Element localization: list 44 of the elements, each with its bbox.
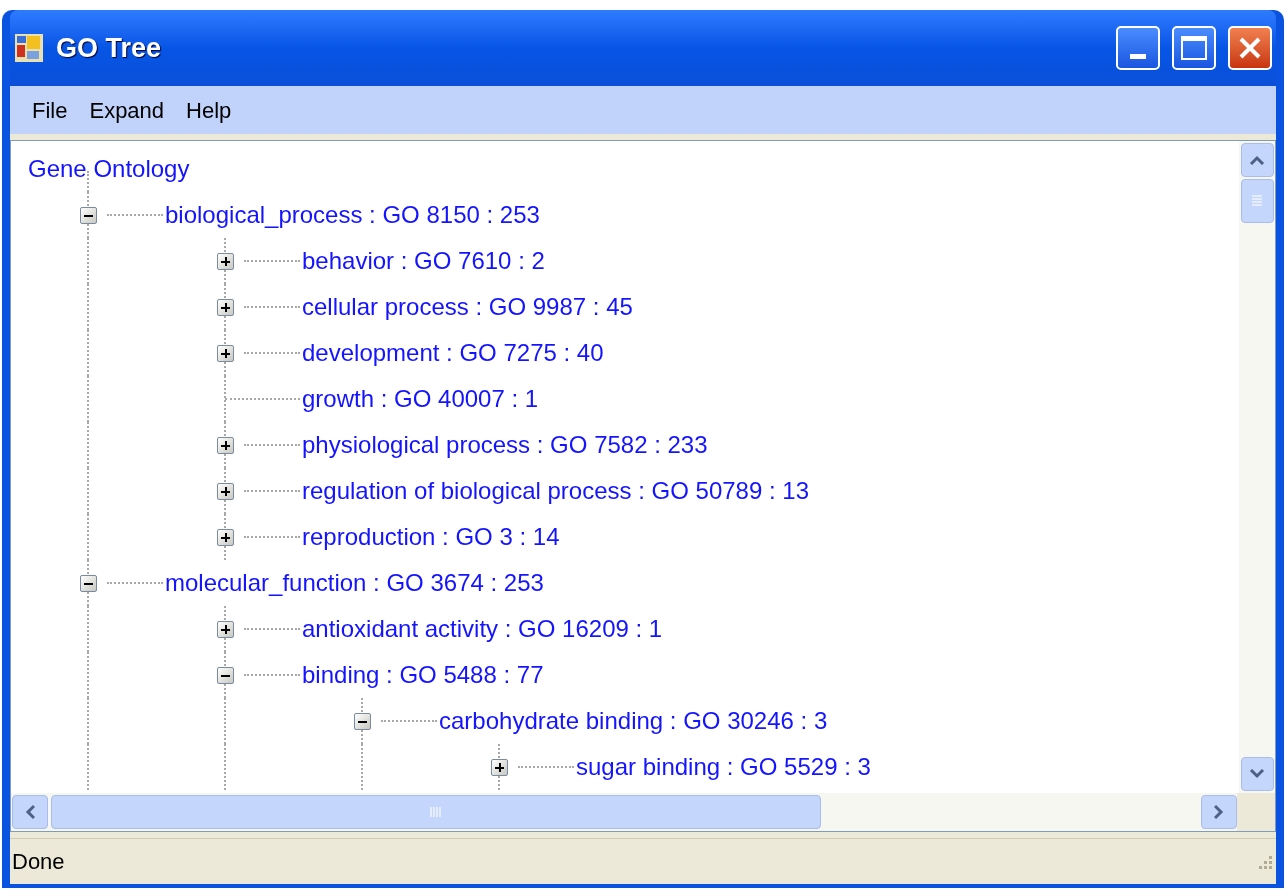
tree-node[interactable]: reproduction : GO 3 : 14 — [300, 519, 560, 555]
expand-toggle[interactable] — [491, 759, 508, 776]
tree-node[interactable]: development : GO 7275 : 40 — [300, 335, 604, 371]
expand-toggle[interactable] — [217, 483, 234, 500]
scroll-up-button[interactable] — [1240, 143, 1274, 177]
tree-node[interactable]: regulation of biological process : GO 50789 : 13 — [300, 473, 809, 509]
close-icon — [1238, 36, 1262, 60]
expand-toggle[interactable] — [217, 621, 234, 638]
collapse-toggle[interactable] — [217, 667, 234, 684]
tree-node[interactable]: carbohydrate binding : GO 30246 : 3 — [437, 703, 828, 739]
menu-item[interactable]: Help — [180, 93, 238, 127]
scroll-thumb[interactable] — [51, 795, 821, 829]
tree-node[interactable]: Gene Ontology — [26, 151, 190, 187]
collapse-toggle[interactable] — [80, 207, 97, 224]
scroll-down-button[interactable] — [1240, 757, 1274, 791]
menu-item[interactable]: Expand — [83, 93, 171, 127]
tree-node[interactable]: growth : GO 40007 : 1 — [300, 381, 539, 417]
close-button[interactable] — [1228, 26, 1272, 70]
scroll-right-button[interactable] — [1201, 795, 1237, 829]
collapse-toggle[interactable] — [80, 575, 97, 592]
tree-node[interactable]: sugar binding : GO 5529 : 3 — [574, 749, 871, 785]
minimize-button[interactable] — [1116, 26, 1160, 70]
expand-toggle[interactable] — [217, 437, 234, 454]
scroll-left-button[interactable] — [12, 795, 48, 829]
window-title: GO Tree — [56, 31, 163, 65]
expand-toggle[interactable] — [217, 253, 234, 270]
tree-node[interactable]: binding : GO 5488 : 77 — [300, 657, 544, 693]
tree-node[interactable]: behavior : GO 7610 : 2 — [300, 243, 545, 279]
status-text: Done — [12, 848, 65, 876]
expand-toggle[interactable] — [217, 529, 234, 546]
tree-node[interactable]: antioxidant activity : GO 16209 : 1 — [300, 611, 663, 647]
grip-icon — [1251, 194, 1263, 208]
tree-node[interactable]: physiological process : GO 7582 : 233 — [300, 427, 708, 463]
app-icon — [14, 33, 44, 63]
collapse-toggle[interactable] — [354, 713, 371, 730]
tree-node[interactable]: biological_process : GO 8150 : 253 — [163, 197, 540, 233]
maximize-button[interactable] — [1172, 26, 1216, 70]
tree-node[interactable]: molecular_function : GO 3674 : 253 — [163, 565, 544, 601]
tree-node[interactable]: cellular process : GO 9987 : 45 — [300, 289, 633, 325]
expand-toggle[interactable] — [217, 299, 234, 316]
scroll-thumb[interactable] — [1240, 179, 1274, 223]
expand-toggle[interactable] — [217, 345, 234, 362]
grip-icon — [429, 806, 443, 818]
menu-item[interactable]: File — [26, 93, 74, 127]
